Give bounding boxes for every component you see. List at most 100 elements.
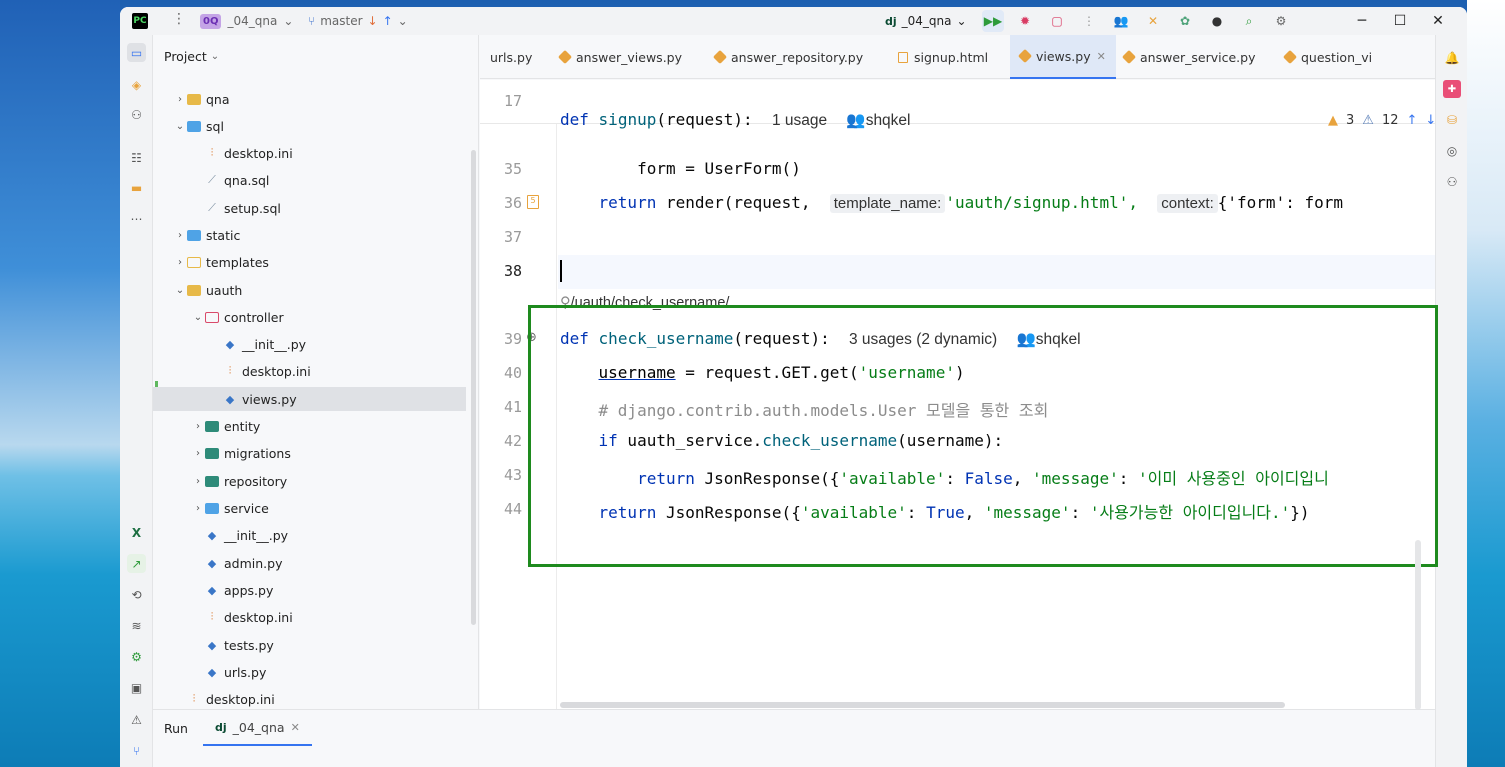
more-tools-icon[interactable]: ⋯ [127,209,146,228]
branch-selector[interactable]: ⑂ master ↓ ↑ ⌄ [308,11,408,31]
tree-item[interactable]: ⫶ desktop.ini [153,141,466,165]
inspection-widget[interactable]: ▲ 3 ⚠ 12 ↑ ↓ [1328,113,1436,128]
terminal-icon[interactable]: ▣ [127,678,146,697]
close-tab-icon[interactable]: ✕ [291,721,300,734]
stop-icon[interactable]: ▢ [1046,10,1068,32]
services-icon[interactable]: ↗ [127,554,146,573]
tree-item[interactable]: ⌄ controller [153,305,466,329]
problems-icon[interactable]: ⚠ [127,710,146,729]
tree-item[interactable]: ◆ __init__.py [153,523,466,547]
tree-item[interactable]: › static [153,223,466,247]
profile-icon[interactable]: ● [1206,10,1228,32]
tree-item[interactable]: ⌄ sql [153,114,466,138]
html-template-gutter-icon[interactable]: 5 [527,195,539,209]
tab-urls-py[interactable]: urls.py [480,35,542,79]
code-with-me-icon[interactable]: 👥 [1110,10,1132,32]
tree-item[interactable]: ◆ views.py [153,387,466,411]
project-selector[interactable]: 0Q _04_qna ⌄ [200,11,293,31]
tree-item[interactable]: ⫶ desktop.ini [153,359,466,383]
tab-answer-repository-py[interactable]: answer_repository.py [705,35,873,79]
chevron-right-icon[interactable]: › [191,421,205,432]
chevron-right-icon[interactable]: › [173,230,187,241]
tree-item-label: static [206,227,241,243]
tree-item[interactable]: ⟋ qna.sql [153,168,466,192]
project-tool-icon[interactable]: ▭ [127,43,146,62]
database-icon[interactable]: ⛁ [1443,111,1461,129]
tree-item[interactable]: ◆ urls.py [153,660,466,684]
run-tab[interactable]: dj _04_qna ✕ [203,710,312,746]
main-menu-icon[interactable]: ⋮ [172,11,186,27]
commit-icon[interactable]: ◈ [127,75,146,94]
python-console-icon[interactable]: ⟲ [127,585,146,604]
project-panel-title[interactable]: Project ⌄ [164,49,219,64]
tree-item[interactable]: ⫶ desktop.ini [153,687,466,711]
tab-signup-html[interactable]: signup.html [888,35,998,79]
tab-answer-views-py[interactable]: answer_views.py [550,35,692,79]
git-icon[interactable]: ⑂ [127,741,146,760]
chevron-right-icon[interactable]: › [173,257,187,268]
run-config-selector[interactable]: dj _04_qna ⌄ [885,11,967,31]
bookmarks-icon[interactable]: ▬ [127,178,146,197]
vertical-scrollbar[interactable] [1415,540,1421,710]
tab-views-py[interactable]: views.py ✕ [1010,35,1116,79]
tab-answer-service-py[interactable]: answer_service.py [1114,35,1265,79]
python-packages-icon[interactable]: ⚇ [127,105,146,124]
tree-item[interactable]: ◆ tests.py [153,633,466,657]
tab-question-views-py[interactable]: question_vi [1275,35,1385,79]
maximize-icon[interactable]: ☐ [1381,7,1419,35]
more-actions-icon[interactable]: ⋮ [1078,10,1100,32]
text-caret [560,260,562,282]
build-tools-icon[interactable]: ✕ [1142,10,1164,32]
tree-item[interactable]: › qna [153,87,466,111]
ai-assistant-icon[interactable]: ✿ [1174,10,1196,32]
chevron-right-icon[interactable]: › [191,503,205,514]
assistant-icon[interactable]: ⚇ [1443,173,1461,191]
tree-item[interactable]: ◆ __init__.py [153,332,466,356]
notifications-icon[interactable]: 🔔 [1443,49,1461,67]
project-scrollbar[interactable] [471,150,476,625]
code-line-36: return render(request, template_name:'ua… [598,193,1343,213]
structure-icon[interactable]: ☷ [127,148,146,167]
chevron-right-icon[interactable]: › [173,94,187,105]
tree-item[interactable]: ⫶ desktop.ini [153,605,466,629]
tree-item[interactable]: › entity [153,414,466,438]
code-editor[interactable]: 17 def signup(request): 1 usage 👥shqkel … [480,80,1438,710]
run-tool-icon[interactable]: ⚙ [127,647,146,666]
tree-item-label: desktop.ini [224,609,293,625]
settings-file-icon: ⫶ [228,364,232,377]
usages-hint[interactable]: 1 usage [772,112,827,129]
copilot-icon[interactable]: ◎ [1443,142,1461,160]
sticky-header-line[interactable]: 17 def signup(request): 1 usage 👥shqkel … [480,80,1436,129]
excel-icon[interactable]: X [127,523,146,542]
debug-icon[interactable]: ✹ [1014,10,1036,32]
tree-item[interactable]: › repository [153,469,466,493]
horizontal-scrollbar[interactable] [560,702,1285,708]
chevron-right-icon[interactable]: › [191,476,205,487]
author-hint[interactable]: 👥 [846,112,865,129]
search-icon[interactable]: ⌕ [1238,10,1260,32]
folder-icon [187,229,201,241]
layers-icon[interactable]: ≋ [127,616,146,635]
close-icon[interactable]: ✕ [1419,7,1457,35]
prev-highlight-icon[interactable]: ↑ [1406,113,1417,128]
tree-item[interactable]: ◆ apps.py [153,578,466,602]
chevron-down-icon[interactable]: ⌄ [173,285,187,296]
tree-item[interactable]: ◆ admin.py [153,551,466,575]
tree-item[interactable]: › service [153,496,466,520]
minimize-icon[interactable]: ─ [1343,7,1381,35]
chevron-down-icon[interactable]: ⌄ [191,312,205,323]
run-icon[interactable]: ▶▶ [982,10,1004,32]
tree-item[interactable]: ⟋ setup.sql [153,196,466,220]
tree-item[interactable]: › templates [153,250,466,274]
tree-item-label: views.py [242,391,297,407]
tree-item-label: setup.sql [224,200,281,216]
tree-item[interactable]: ⌄ uauth [153,278,466,302]
chevron-down-icon[interactable]: ⌄ [173,121,187,132]
next-highlight-icon[interactable]: ↓ [1425,113,1436,128]
chevron-right-icon[interactable]: › [191,448,205,459]
close-tab-icon[interactable]: ✕ [1097,50,1106,63]
tree-item[interactable]: › migrations [153,441,466,465]
settings-icon[interactable]: ⚙ [1270,10,1292,32]
line-number: 38 [503,262,522,280]
plugin-icon[interactable]: ✚ [1443,80,1461,98]
